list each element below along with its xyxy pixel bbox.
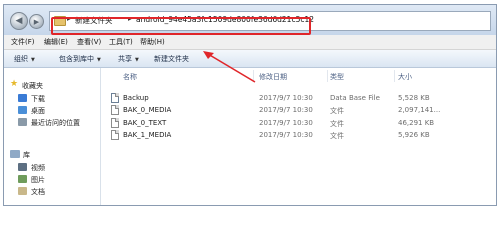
file-icon [111, 105, 119, 115]
file-size: 2,097,141... [398, 106, 441, 114]
column-header-type[interactable]: 类型 [330, 72, 344, 82]
file-modified: 2017/9/7 10:30 [259, 131, 313, 139]
file-size: 46,291 KB [398, 119, 435, 127]
file-modified: 2017/9/7 10:30 [259, 106, 313, 114]
nav-downloads[interactable]: 下载 [31, 94, 45, 104]
file-list: 名称 修改日期 类型 大小 Backup 2017/9/7 10:30 Data… [101, 68, 496, 205]
menu-help[interactable]: 帮助(H) [140, 37, 165, 47]
dropdown-arrow-icon: ▼ [97, 57, 101, 63]
dropdown-arrow-icon: ▼ [135, 57, 139, 63]
file-name: BAK_0_MEDIA [123, 106, 172, 114]
file-type: 文件 [330, 107, 344, 115]
video-icon [18, 163, 27, 171]
forward-button[interactable]: ▶ [29, 14, 44, 29]
file-size: 5,528 KB [398, 94, 430, 102]
file-icon [111, 118, 119, 128]
nav-videos[interactable]: 视频 [31, 163, 45, 173]
library-icon [10, 150, 20, 158]
include-library-label: 包含到库中 [59, 55, 94, 63]
file-name: Backup [123, 94, 149, 102]
download-icon [18, 94, 27, 102]
share-label: 共享 [118, 55, 132, 63]
menu-tools[interactable]: 工具(T) [109, 37, 133, 47]
database-file-icon [111, 93, 119, 103]
navigation-pane: ★ 收藏夹 下载 桌面 最近访问的位置 库 视频 图片 文档 [4, 68, 101, 205]
file-type: 文件 [330, 132, 344, 140]
column-header-size[interactable]: 大小 [398, 72, 412, 82]
recent-places-icon [18, 118, 27, 126]
nav-recent-places[interactable]: 最近访问的位置 [31, 118, 80, 128]
nav-desktop[interactable]: 桌面 [31, 106, 45, 116]
nav-libraries[interactable]: 库 [23, 150, 30, 160]
file-type: 文件 [330, 120, 344, 128]
share-button[interactable]: 共享 ▼ [118, 54, 139, 64]
nav-documents[interactable]: 文档 [31, 187, 45, 197]
dropdown-arrow-icon: ▼ [31, 57, 35, 63]
menu-edit[interactable]: 编辑(E) [44, 37, 68, 47]
column-header-name[interactable]: 名称 [123, 72, 137, 82]
include-library-button[interactable]: 包含到库中 ▼ [59, 54, 101, 64]
menu-bar: 文件(F) 编辑(E) 查看(V) 工具(T) 帮助(H) [4, 35, 496, 50]
file-modified: 2017/9/7 10:30 [259, 119, 313, 127]
file-icon [111, 130, 119, 140]
column-divider[interactable] [253, 70, 254, 82]
back-arrow-icon: ◀ [15, 16, 23, 26]
star-icon: ★ [10, 79, 19, 89]
column-divider[interactable] [327, 70, 328, 82]
command-bar: 组织 ▼ 包含到库中 ▼ 共享 ▼ 新建文件夹 [4, 50, 496, 68]
menu-view[interactable]: 查看(V) [77, 37, 101, 47]
file-size: 5,926 KB [398, 131, 430, 139]
nav-pictures[interactable]: 图片 [31, 175, 45, 185]
new-folder-button[interactable]: 新建文件夹 [154, 54, 189, 64]
file-name: BAK_0_TEXT [123, 119, 167, 127]
highlight-box [51, 17, 311, 35]
column-divider[interactable] [394, 70, 395, 82]
menu-file[interactable]: 文件(F) [11, 37, 35, 47]
file-name: BAK_1_MEDIA [123, 131, 172, 139]
column-header-modified[interactable]: 修改日期 [259, 72, 287, 82]
desktop-icon [18, 106, 27, 114]
documents-icon [18, 187, 27, 195]
organize-label: 组织 [14, 55, 28, 63]
pictures-icon [18, 175, 27, 183]
back-button[interactable]: ◀ [10, 12, 28, 30]
file-modified: 2017/9/7 10:30 [259, 94, 313, 102]
organize-button[interactable]: 组织 ▼ [14, 54, 35, 64]
file-type: Data Base File [330, 94, 380, 102]
nav-favorites[interactable]: 收藏夹 [22, 81, 43, 91]
forward-arrow-icon: ▶ [33, 17, 40, 26]
